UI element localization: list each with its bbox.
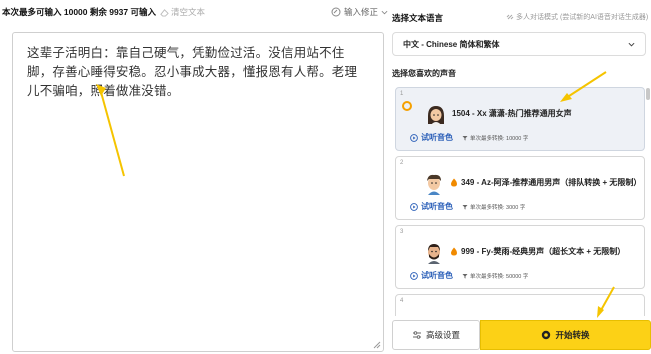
listen-button[interactable]: 试听音色 [410, 132, 453, 143]
avatar-icon [428, 244, 440, 264]
play-icon [410, 271, 418, 280]
text-editor[interactable]: 这辈子活明白：靠自己硬气，凭勤俭过活。没信用站不住脚，存善心睡得安稳。忍小事成大… [12, 32, 384, 352]
editor-text[interactable]: 这辈子活明白：靠自己硬气，凭勤俭过活。没信用站不住脚，存善心睡得安稳。忍小事成大… [27, 43, 367, 100]
advanced-settings-button[interactable]: 高级设置 [392, 320, 480, 350]
flame-icon [451, 178, 457, 187]
voice-list-scrollbar[interactable] [646, 88, 650, 100]
voice-heading: 选择您喜欢的声音 [392, 69, 456, 78]
voice-name-text: 349 - Az-阿泽-推荐通用男声（排队转换 + 无限制） [461, 178, 642, 187]
start-conversion-button[interactable]: 开始转换 [480, 320, 651, 350]
voice-card[interactable]: 4 [395, 294, 645, 316]
card-index: 4 [400, 298, 404, 304]
voice-name: 999 - Fy-樊雨-经典男声（超长文本 + 无限制） [450, 246, 625, 257]
max-conversion-label: 单次最多转换: 50000 字 [470, 274, 529, 280]
eraser-icon [160, 8, 169, 17]
input-fix-label: 输入修正 [343, 7, 378, 17]
listen-button[interactable]: 试听音色 [410, 201, 453, 212]
voice-list[interactable]: 1 1504 - Xx 潇潇-热门推荐通用女声 试听音色 单次最多转换: 100… [392, 86, 648, 316]
input-fix-dropdown[interactable]: 输入修正 [331, 6, 388, 18]
clear-text-label: 清空文本 [171, 7, 206, 17]
voice-card[interactable]: 1 1504 - Xx 潇潇-热门推荐通用女声 试听音色 单次最多转换: 100… [395, 87, 645, 151]
start-conversion-label: 开始转换 [555, 330, 590, 340]
listen-label: 试听音色 [421, 133, 453, 142]
max-conversion: 单次最多转换: 50000 字 [462, 272, 528, 280]
listen-button[interactable]: 试听音色 [410, 270, 453, 281]
settings-icon [412, 331, 421, 339]
card-index: 3 [400, 229, 404, 235]
listen-label: 试听音色 [421, 271, 453, 280]
play-icon [410, 133, 418, 142]
input-limit-text: 本次最多可输入 10000 剩余 9937 可输入 [2, 7, 156, 17]
language-select[interactable]: 中文 - Chinese 简体和繁体 [392, 32, 646, 56]
top-bar: 本次最多可输入 10000 剩余 9937 可输入 清空文本 输入修正 [0, 0, 388, 24]
chevron-down-icon [381, 10, 388, 14]
avatar-icon [427, 174, 441, 195]
card-index: 2 [400, 160, 404, 166]
max-conversion: 单次最多转换: 10000 字 [462, 134, 528, 142]
voice-name: 349 - Az-阿泽-推荐通用男声（排队转换 + 无限制） [450, 177, 641, 188]
language-heading: 选择文本语言 [392, 13, 444, 23]
voice-name: 1504 - Xx 潇潇-热门推荐通用女声 [452, 109, 572, 118]
max-conversion: 单次最多转换: 3000 字 [462, 203, 525, 211]
voice-card[interactable]: 2 349 - Az-阿泽-推荐通用男声（排队转换 + 无限制） 试听音色 单次… [395, 156, 645, 220]
avatar-icon [428, 106, 444, 126]
flame-icon [451, 247, 457, 256]
filter-icon [462, 136, 468, 141]
clear-text-button[interactable]: 清空文本 [160, 6, 205, 18]
right-panel: 选择文本语言 多人对话模式 (尝试新的AI语音对话生成器) 中文 - Chine… [388, 0, 651, 354]
multi-mode-link[interactable]: 多人对话模式 (尝试新的AI语音对话生成器) [506, 12, 648, 22]
play-icon [410, 202, 418, 211]
voice-name-text: 999 - Fy-樊雨-经典男声（超长文本 + 无限制） [461, 247, 626, 256]
radio-selected-icon[interactable] [402, 101, 412, 111]
voice-card[interactable]: 3 999 - Fy-樊雨-经典男声（超长文本 + 无限制） 试听音色 单次最多… [395, 225, 645, 289]
edit-icon [331, 7, 341, 17]
max-conversion-label: 单次最多转换: 10000 字 [470, 136, 529, 142]
chevron-down-icon [628, 42, 635, 47]
multi-mode-label: 多人对话模式 (尝试新的AI语音对话生成器) [516, 14, 649, 21]
max-conversion-label: 单次最多转换: 3000 字 [470, 205, 526, 211]
resize-handle-icon[interactable] [373, 341, 381, 349]
card-index: 1 [400, 91, 404, 97]
advanced-settings-label: 高级设置 [425, 330, 460, 340]
filter-icon [462, 274, 468, 279]
filter-icon [462, 205, 468, 210]
start-icon [542, 330, 551, 340]
link-icon [506, 14, 514, 20]
language-select-value: 中文 - Chinese 简体和繁体 [403, 39, 500, 49]
listen-label: 试听音色 [421, 202, 453, 211]
